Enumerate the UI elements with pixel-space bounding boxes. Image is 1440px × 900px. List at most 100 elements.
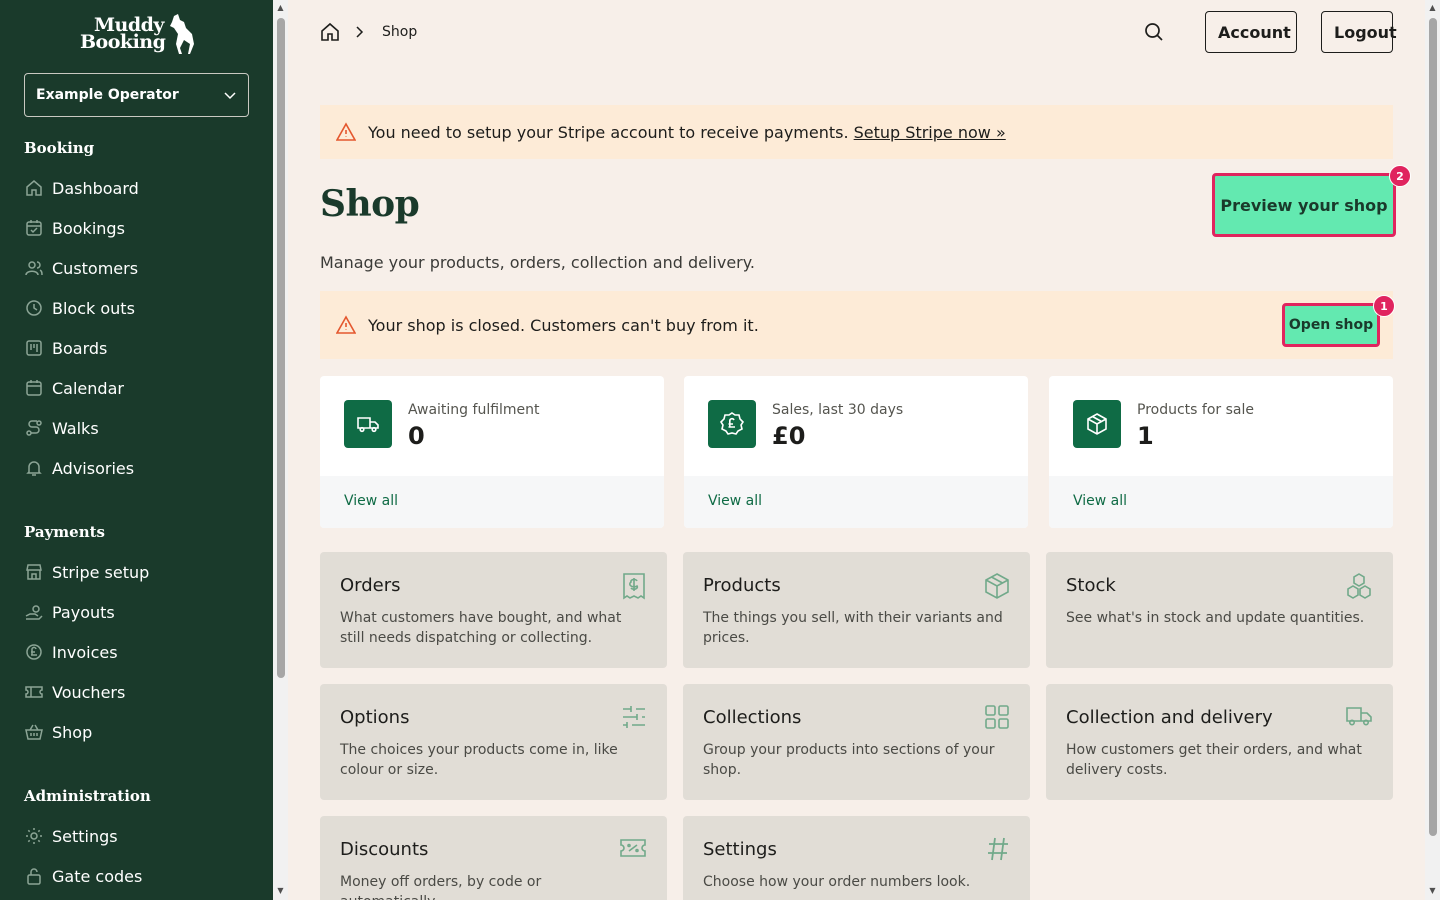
tile-products[interactable]: Products The things you sell, with their… (683, 552, 1030, 668)
calendar-check-icon (24, 218, 44, 238)
sidebar-item-vouchers[interactable]: Vouchers (24, 678, 254, 706)
stat-card-sales: Sales, last 30 days £0 View all (684, 376, 1028, 528)
sidebar-scrollbar[interactable]: ▲ ▼ (273, 0, 288, 900)
sidebar-item-label: Advisories (52, 458, 135, 478)
tile-collections[interactable]: Collections Group your products into sec… (683, 684, 1030, 800)
stat-card-products: Products for sale 1 View all (1049, 376, 1393, 528)
sidebar-section-administration: Administration (24, 787, 151, 805)
view-all-link[interactable]: View all (708, 493, 762, 509)
gear-icon (24, 826, 44, 846)
view-all-link[interactable]: View all (344, 493, 398, 509)
tile-options[interactable]: Options The choices your products come i… (320, 684, 667, 800)
box-icon (984, 572, 1010, 604)
stat-label: Awaiting fulfilment (408, 402, 540, 418)
pound-circle-icon (24, 642, 44, 662)
setup-stripe-link[interactable]: Setup Stripe now » (854, 123, 1006, 142)
logo[interactable]: Muddy Booking (80, 14, 196, 54)
sidebar-section-booking: Booking (24, 139, 95, 157)
home-icon (24, 178, 44, 198)
tile-description: What customers have bought, and what sti… (340, 610, 622, 646)
sidebar-item-bookings[interactable]: Bookings (24, 214, 254, 242)
page-subtitle: Manage your products, orders, collection… (320, 253, 756, 272)
tile-description: Money off orders, by code or automatical… (340, 874, 542, 900)
tile-settings[interactable]: Settings Choose how your order numbers l… (683, 816, 1030, 900)
stat-value: 1 (1137, 422, 1154, 450)
tile-description: See what's in stock and update quantitie… (1066, 610, 1365, 626)
tile-title: Options (340, 707, 410, 728)
chevron-down-icon (224, 92, 236, 100)
sidebar-item-label: Calendar (52, 378, 124, 398)
view-all-link[interactable]: View all (1073, 493, 1127, 509)
account-button[interactable]: Account (1205, 11, 1297, 53)
tile-title: Discounts (340, 839, 429, 860)
sidebar-item-calendar[interactable]: Calendar (24, 374, 254, 402)
stripe-alert-message: You need to setup your Stripe account to… (368, 122, 849, 142)
scroll-down-arrow-icon[interactable]: ▼ (273, 885, 288, 897)
sidebar-item-gate-codes[interactable]: Gate codes (24, 862, 254, 890)
sidebar-item-dashboard[interactable]: Dashboard (24, 174, 254, 202)
stat-label: Sales, last 30 days (772, 402, 904, 418)
package-icon (1073, 400, 1121, 448)
sidebar-item-customers[interactable]: Customers (24, 254, 254, 282)
sidebar-item-label: Settings (52, 826, 118, 846)
sidebar-item-label: Gate codes (52, 866, 143, 886)
sidebar-item-boards[interactable]: Boards (24, 334, 254, 362)
scroll-up-arrow-icon[interactable]: ▲ (273, 2, 288, 14)
main-scrollbar-thumb[interactable] (1429, 18, 1437, 836)
sidebar-scrollbar-thumb[interactable] (277, 18, 285, 678)
tile-stock[interactable]: Stock See what's in stock and update qua… (1046, 552, 1393, 668)
lock-icon (24, 866, 44, 886)
stat-label: Products for sale (1137, 402, 1254, 418)
board-icon (24, 338, 44, 358)
chevron-right-icon (356, 26, 364, 38)
grid-icon (984, 704, 1010, 734)
page-title: Shop (320, 183, 420, 225)
sidebar-item-label: Block outs (52, 298, 135, 318)
sidebar-item-label: Stripe setup (52, 562, 150, 582)
sidebar-item-label: Payouts (52, 602, 115, 622)
operator-select-value: Example Operator (36, 87, 179, 103)
main-scrollbar[interactable]: ▲ ▼ (1425, 0, 1440, 900)
sidebar-item-payouts[interactable]: Payouts (24, 598, 254, 626)
open-shop-button[interactable]: Open shop (1282, 303, 1380, 347)
tile-discounts[interactable]: Discounts Money off orders, by code or a… (320, 816, 667, 900)
sidebar-item-advisories[interactable]: Advisories (24, 454, 254, 482)
logout-button[interactable]: Logout (1321, 11, 1397, 53)
sidebar-section-payments: Payments (24, 523, 106, 541)
shop-closed-alert: Your shop is closed. Customers can't buy… (320, 291, 1393, 359)
logo-line-2: Booking (80, 31, 166, 53)
sidebar-item-stripe-setup[interactable]: Stripe setup (24, 558, 254, 586)
sidebar-item-label: Boards (52, 338, 108, 358)
sliders-icon (621, 704, 647, 734)
tile-collection-and-delivery[interactable]: Collection and delivery How customers ge… (1046, 684, 1393, 800)
open-shop-badge: 1 (1373, 295, 1395, 317)
tile-title: Stock (1066, 575, 1116, 596)
truck-icon (1345, 704, 1373, 732)
preview-shop-badge: 2 (1389, 165, 1411, 187)
payouts-icon (24, 602, 44, 622)
sidebar-item-block-outs[interactable]: Block outs (24, 294, 254, 322)
scroll-down-arrow-icon[interactable]: ▼ (1425, 885, 1440, 897)
operator-select[interactable]: Example Operator (24, 73, 249, 117)
tile-orders[interactable]: Orders What customers have bought, and w… (320, 552, 667, 668)
tile-title: Orders (340, 575, 401, 596)
discount-ticket-icon (619, 836, 647, 864)
tile-description: The things you sell, with their variants… (703, 610, 1003, 646)
scroll-up-arrow-icon[interactable]: ▲ (1425, 2, 1440, 14)
sidebar-item-shop[interactable]: Shop (24, 718, 254, 746)
pound-badge-icon (708, 400, 756, 448)
tile-title: Collection and delivery (1066, 707, 1273, 728)
hash-icon (986, 836, 1010, 866)
preview-shop-button[interactable]: Preview your shop (1212, 173, 1396, 237)
sidebar-item-settings[interactable]: Settings (24, 822, 254, 850)
sidebar-item-invoices[interactable]: Invoices (24, 638, 254, 666)
search-icon[interactable] (1144, 22, 1164, 42)
stat-card-awaiting-fulfilment: Awaiting fulfilment 0 View all (320, 376, 664, 528)
home-icon[interactable] (320, 22, 340, 42)
sidebar-item-label: Invoices (52, 642, 118, 662)
route-icon (24, 418, 44, 438)
bell-icon (24, 458, 44, 478)
warning-icon (336, 122, 356, 141)
sidebar-item-walks[interactable]: Walks (24, 414, 254, 442)
stripe-alert-text: You need to setup your Stripe account to… (368, 123, 1006, 142)
